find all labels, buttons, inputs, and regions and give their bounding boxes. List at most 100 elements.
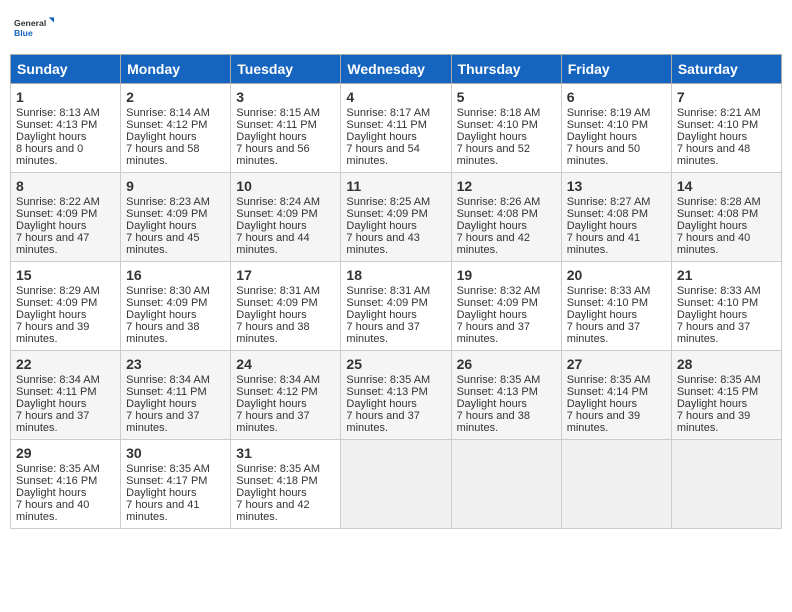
col-header-thursday: Thursday xyxy=(451,55,561,84)
daylight-label: Daylight hours xyxy=(567,220,637,232)
daylight-value: 7 hours and 37 minutes. xyxy=(567,321,640,345)
calendar-cell: 2Sunrise: 8:14 AMSunset: 4:12 PMDaylight… xyxy=(121,84,231,173)
daylight-label: Daylight hours xyxy=(126,309,196,321)
calendar-cell: 23Sunrise: 8:34 AMSunset: 4:11 PMDayligh… xyxy=(121,351,231,440)
sunrise-text: Sunrise: 8:28 AM xyxy=(677,196,761,208)
day-number: 13 xyxy=(567,178,666,194)
sunrise-text: Sunrise: 8:35 AM xyxy=(346,374,430,386)
daylight-label: Daylight hours xyxy=(236,131,306,143)
daylight-value: 7 hours and 43 minutes. xyxy=(346,232,419,256)
calendar-cell: 6Sunrise: 8:19 AMSunset: 4:10 PMDaylight… xyxy=(561,84,671,173)
day-number: 5 xyxy=(457,89,556,105)
calendar-cell: 11Sunrise: 8:25 AMSunset: 4:09 PMDayligh… xyxy=(341,173,451,262)
page-header: General Blue xyxy=(10,10,782,46)
sunset-text: Sunset: 4:09 PM xyxy=(16,208,97,220)
sunrise-text: Sunrise: 8:14 AM xyxy=(126,107,210,119)
sunrise-text: Sunrise: 8:35 AM xyxy=(457,374,541,386)
day-number: 21 xyxy=(677,267,776,283)
sunrise-text: Sunrise: 8:31 AM xyxy=(346,285,430,297)
daylight-value: 7 hours and 38 minutes. xyxy=(236,321,309,345)
day-number: 10 xyxy=(236,178,335,194)
daylight-value: 7 hours and 47 minutes. xyxy=(16,232,89,256)
daylight-label: Daylight hours xyxy=(236,309,306,321)
sunrise-text: Sunrise: 8:33 AM xyxy=(567,285,651,297)
daylight-value: 7 hours and 54 minutes. xyxy=(346,143,419,167)
calendar-cell xyxy=(451,440,561,529)
day-number: 20 xyxy=(567,267,666,283)
day-number: 3 xyxy=(236,89,335,105)
daylight-label: Daylight hours xyxy=(457,398,527,410)
calendar-cell: 15Sunrise: 8:29 AMSunset: 4:09 PMDayligh… xyxy=(11,262,121,351)
daylight-label: Daylight hours xyxy=(457,220,527,232)
calendar-cell xyxy=(561,440,671,529)
daylight-value: 7 hours and 44 minutes. xyxy=(236,232,309,256)
daylight-value: 7 hours and 37 minutes. xyxy=(677,321,750,345)
daylight-value: 8 hours and 0 minutes. xyxy=(16,143,83,167)
daylight-value: 7 hours and 48 minutes. xyxy=(677,143,750,167)
calendar-cell: 24Sunrise: 8:34 AMSunset: 4:12 PMDayligh… xyxy=(231,351,341,440)
day-number: 1 xyxy=(16,89,115,105)
calendar-cell xyxy=(341,440,451,529)
logo-svg: General Blue xyxy=(14,10,54,46)
daylight-label: Daylight hours xyxy=(346,220,416,232)
calendar-week-row: 15Sunrise: 8:29 AMSunset: 4:09 PMDayligh… xyxy=(11,262,782,351)
sunset-text: Sunset: 4:13 PM xyxy=(457,386,538,398)
sunrise-text: Sunrise: 8:34 AM xyxy=(16,374,100,386)
sunset-text: Sunset: 4:15 PM xyxy=(677,386,758,398)
calendar-cell xyxy=(671,440,781,529)
col-header-tuesday: Tuesday xyxy=(231,55,341,84)
day-number: 31 xyxy=(236,445,335,461)
day-number: 7 xyxy=(677,89,776,105)
daylight-value: 7 hours and 37 minutes. xyxy=(346,321,419,345)
sunrise-text: Sunrise: 8:23 AM xyxy=(126,196,210,208)
daylight-value: 7 hours and 39 minutes. xyxy=(677,410,750,434)
sunrise-text: Sunrise: 8:35 AM xyxy=(677,374,761,386)
sunrise-text: Sunrise: 8:33 AM xyxy=(677,285,761,297)
sunrise-text: Sunrise: 8:30 AM xyxy=(126,285,210,297)
daylight-value: 7 hours and 37 minutes. xyxy=(346,410,419,434)
daylight-label: Daylight hours xyxy=(677,309,747,321)
day-number: 8 xyxy=(16,178,115,194)
calendar-week-row: 29Sunrise: 8:35 AMSunset: 4:16 PMDayligh… xyxy=(11,440,782,529)
daylight-value: 7 hours and 58 minutes. xyxy=(126,143,199,167)
sunrise-text: Sunrise: 8:35 AM xyxy=(567,374,651,386)
daylight-label: Daylight hours xyxy=(236,220,306,232)
day-number: 30 xyxy=(126,445,225,461)
svg-text:General: General xyxy=(14,18,46,28)
daylight-label: Daylight hours xyxy=(126,131,196,143)
sunset-text: Sunset: 4:10 PM xyxy=(677,297,758,309)
daylight-label: Daylight hours xyxy=(16,309,86,321)
sunset-text: Sunset: 4:12 PM xyxy=(236,386,317,398)
sunset-text: Sunset: 4:09 PM xyxy=(346,208,427,220)
sunset-text: Sunset: 4:13 PM xyxy=(346,386,427,398)
sunrise-text: Sunrise: 8:24 AM xyxy=(236,196,320,208)
sunset-text: Sunset: 4:09 PM xyxy=(236,297,317,309)
sunset-text: Sunset: 4:11 PM xyxy=(126,386,207,398)
daylight-value: 7 hours and 37 minutes. xyxy=(457,321,530,345)
daylight-label: Daylight hours xyxy=(677,131,747,143)
daylight-label: Daylight hours xyxy=(567,131,637,143)
day-number: 11 xyxy=(346,178,445,194)
daylight-label: Daylight hours xyxy=(346,131,416,143)
daylight-value: 7 hours and 38 minutes. xyxy=(457,410,530,434)
sunrise-text: Sunrise: 8:17 AM xyxy=(346,107,430,119)
daylight-value: 7 hours and 37 minutes. xyxy=(236,410,309,434)
daylight-value: 7 hours and 38 minutes. xyxy=(126,321,199,345)
day-number: 18 xyxy=(346,267,445,283)
sunrise-text: Sunrise: 8:35 AM xyxy=(126,463,210,475)
day-number: 17 xyxy=(236,267,335,283)
calendar-cell: 9Sunrise: 8:23 AMSunset: 4:09 PMDaylight… xyxy=(121,173,231,262)
sunset-text: Sunset: 4:13 PM xyxy=(16,119,97,131)
daylight-value: 7 hours and 42 minutes. xyxy=(457,232,530,256)
calendar-cell: 7Sunrise: 8:21 AMSunset: 4:10 PMDaylight… xyxy=(671,84,781,173)
daylight-label: Daylight hours xyxy=(236,487,306,499)
calendar-cell: 17Sunrise: 8:31 AMSunset: 4:09 PMDayligh… xyxy=(231,262,341,351)
sunrise-text: Sunrise: 8:13 AM xyxy=(16,107,100,119)
sunset-text: Sunset: 4:10 PM xyxy=(457,119,538,131)
sunset-text: Sunset: 4:08 PM xyxy=(567,208,648,220)
sunset-text: Sunset: 4:08 PM xyxy=(457,208,538,220)
day-number: 24 xyxy=(236,356,335,372)
sunrise-text: Sunrise: 8:35 AM xyxy=(236,463,320,475)
sunset-text: Sunset: 4:11 PM xyxy=(346,119,427,131)
day-number: 22 xyxy=(16,356,115,372)
